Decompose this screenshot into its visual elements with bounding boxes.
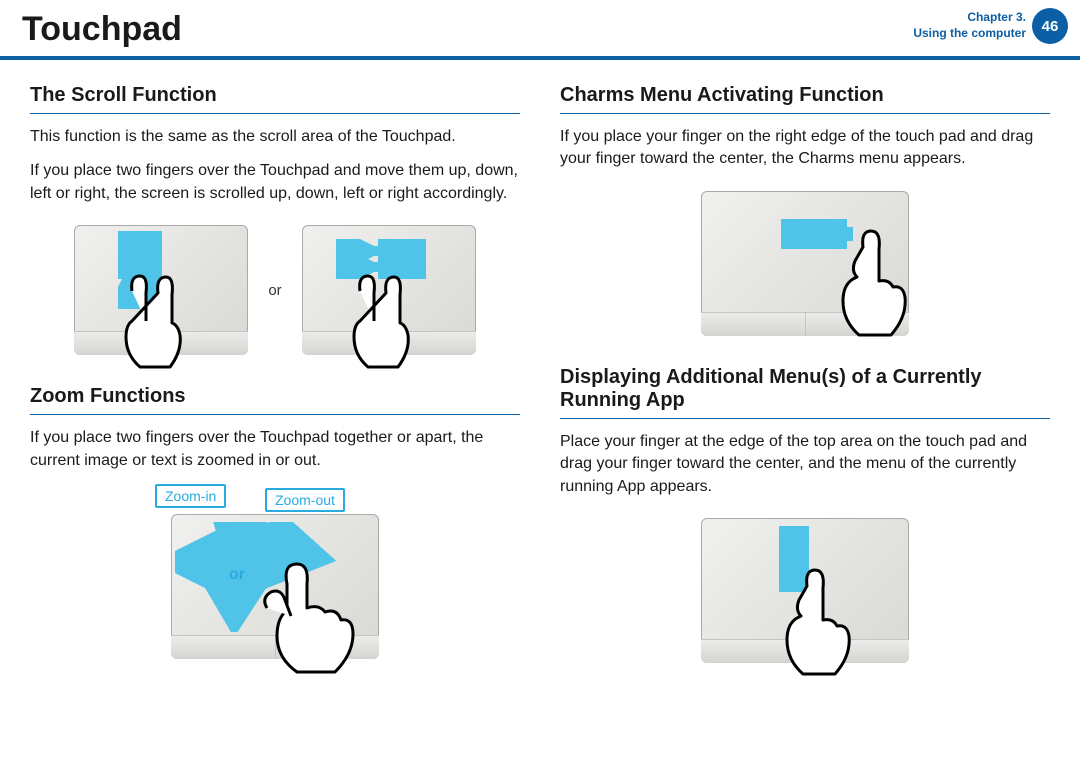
charms-heading: Charms Menu Activating Function: [560, 84, 1050, 114]
touchpad-scroll-horizontal-illustration: [302, 225, 476, 355]
chapter-line1: Chapter 3.: [913, 10, 1026, 26]
addmenu-p1: Place your finger at the edge of the top…: [560, 431, 1050, 498]
page-number-badge: 46: [1032, 8, 1068, 44]
zoom-out-label: Zoom-out: [265, 488, 345, 512]
chapter-text: Chapter 3. Using the computer: [913, 10, 1026, 41]
two-finger-hand-icon: [112, 271, 192, 381]
touchpad-scroll-vertical-illustration: [74, 225, 248, 355]
one-finger-hand-icon: [773, 566, 853, 686]
content-area: The Scroll Function This function is the…: [0, 60, 1080, 693]
scroll-or-text: or: [268, 282, 281, 299]
right-column: Charms Menu Activating Function If you p…: [560, 84, 1050, 693]
touchpad-charms-illustration: [701, 191, 909, 336]
zoom-heading: Zoom Functions: [30, 385, 520, 415]
two-finger-hand-icon: [340, 271, 420, 381]
touchpad-addmenu-illustration: [701, 518, 909, 663]
touchpad-zoom-illustration: or: [171, 514, 379, 659]
charms-illustration: [560, 191, 1050, 336]
scroll-p1: This function is the same as the scroll …: [30, 126, 520, 148]
charms-p1: If you place your finger on the right ed…: [560, 126, 1050, 171]
page-header: Touchpad Chapter 3. Using the computer 4…: [0, 0, 1080, 60]
one-finger-hand-icon: [829, 227, 909, 347]
scroll-p2: If you place two fingers over the Touchp…: [30, 160, 520, 205]
chapter-info: Chapter 3. Using the computer 46: [913, 8, 1080, 44]
left-column: The Scroll Function This function is the…: [30, 84, 520, 693]
zoom-in-label: Zoom-in: [155, 484, 226, 508]
scroll-heading: The Scroll Function: [30, 84, 520, 114]
zoom-or-text: or: [229, 566, 245, 584]
pinch-hand-icon: [257, 554, 377, 684]
chapter-line2: Using the computer: [913, 26, 1026, 42]
zoom-p1: If you place two fingers over the Touchp…: [30, 427, 520, 472]
zoom-labels-row: Zoom-in Zoom-out: [125, 484, 425, 514]
addmenu-illustration: [560, 518, 1050, 663]
touchpad-left-button: [701, 313, 806, 336]
scroll-illustration-row: or: [30, 225, 520, 355]
addmenu-heading: Displaying Additional Menu(s) of a Curre…: [560, 366, 1050, 419]
